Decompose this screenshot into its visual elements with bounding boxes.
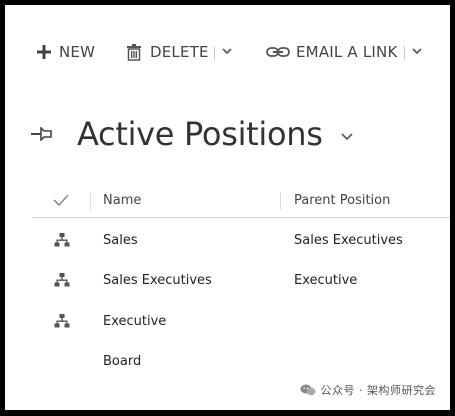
app-window: NEW DELETE EMAIL A LINK Active Positions…: [5, 5, 450, 410]
wechat-logo-icon: [300, 384, 315, 396]
row-name[interactable]: Executive: [103, 314, 166, 329]
row-name[interactable]: Sales Executives: [103, 273, 212, 288]
command-bar: NEW DELETE EMAIL A LINK: [5, 35, 450, 71]
column-divider: [90, 192, 91, 210]
column-header-name[interactable]: Name: [103, 193, 141, 208]
table-row[interactable]: Board: [32, 342, 450, 382]
new-button[interactable]: NEW: [36, 43, 95, 61]
view-title[interactable]: Active Positions: [77, 115, 323, 153]
column-divider: [280, 192, 281, 210]
plus-icon: [37, 45, 51, 59]
pin-icon[interactable]: [31, 127, 53, 141]
caret-down-icon: [412, 48, 422, 55]
watermark: 公众号 · 架构师研究会: [300, 382, 437, 398]
delete-button[interactable]: DELETE: [126, 43, 209, 61]
row-parent-position[interactable]: Sales Executives: [294, 233, 403, 248]
row-name[interactable]: Board: [103, 354, 141, 369]
caret-down-icon: [222, 48, 232, 55]
column-header-parent-position[interactable]: Parent Position: [294, 193, 390, 208]
checkmark-icon[interactable]: [53, 193, 69, 207]
grid-header: Name Parent Position: [32, 183, 450, 218]
row-name[interactable]: Sales: [103, 233, 138, 248]
table-row[interactable]: Sales Executives Executive: [32, 261, 450, 301]
link-icon: [266, 47, 290, 57]
toolbar-divider: [214, 46, 215, 60]
hierarchy-icon: [54, 233, 70, 247]
new-label: NEW: [59, 43, 96, 61]
delete-label: DELETE: [150, 43, 209, 61]
watermark-text: 公众号 · 架构师研究会: [320, 384, 436, 397]
trash-icon: [127, 43, 141, 61]
hierarchy-icon: [54, 314, 70, 328]
view-header: Active Positions: [31, 109, 353, 159]
table-row[interactable]: Sales Sales Executives: [32, 221, 450, 261]
email-link-button[interactable]: EMAIL A LINK: [266, 43, 398, 61]
delete-dropdown-button[interactable]: [222, 43, 232, 59]
hierarchy-icon: [54, 273, 70, 287]
row-parent-position[interactable]: Executive: [294, 273, 357, 288]
email-link-label: EMAIL A LINK: [296, 43, 398, 61]
toolbar-divider: [404, 46, 405, 60]
table-row[interactable]: Executive: [32, 302, 450, 342]
email-link-dropdown-button[interactable]: [412, 43, 422, 59]
chevron-down-icon[interactable]: [341, 132, 353, 142]
